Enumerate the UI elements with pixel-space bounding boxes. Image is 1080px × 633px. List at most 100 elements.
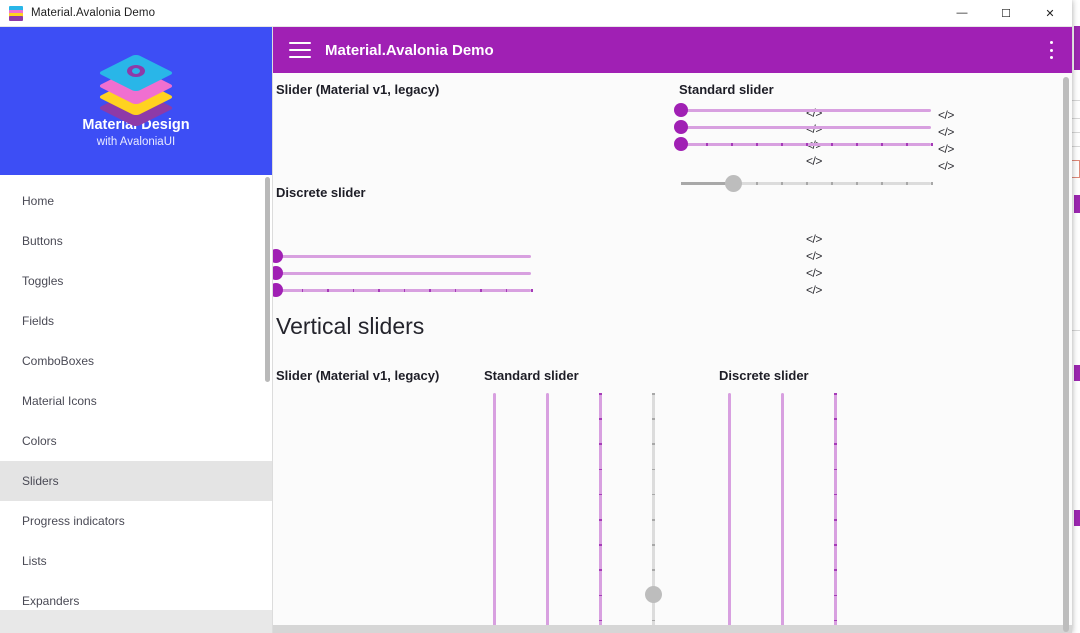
- sidebar-item-label: Lists: [22, 554, 47, 568]
- slider-track: [276, 255, 531, 258]
- sidebar-item-label: Home: [22, 194, 55, 208]
- slider-track: [728, 393, 731, 633]
- code-icon-h-discrete-4[interactable]: </>: [806, 283, 822, 297]
- slider-ticks: [834, 393, 837, 633]
- code-icon-h-standard-slider-4[interactable]: </>: [938, 159, 954, 173]
- bg-accent-4: [1074, 510, 1080, 526]
- minimize-button[interactable]: —: [940, 0, 984, 26]
- sidebar-item-label: Sliders: [22, 474, 59, 488]
- heading-vertical-standard: Standard slider: [484, 368, 579, 383]
- slider-ticks: [681, 182, 933, 185]
- v-discrete-slider-3[interactable]: [828, 393, 842, 633]
- sidebar-item-label: Expanders: [22, 594, 80, 608]
- heading-horizontal-discrete: Discrete slider: [276, 185, 366, 200]
- main-window: Material.Avalonia Demo — ☐ ✕ Material De…: [0, 0, 1072, 633]
- sidebar-item-label: Colors: [22, 434, 57, 448]
- slider-thumb[interactable]: [674, 120, 688, 134]
- slider-thumb[interactable]: [725, 174, 742, 192]
- sidebar-scrollbar[interactable]: [265, 177, 270, 382]
- heading-vertical-discrete: Discrete slider: [719, 368, 809, 383]
- heading-horizontal-standard: Standard slider: [679, 82, 774, 97]
- code-icon-h-standard-slider-2[interactable]: </>: [938, 125, 954, 139]
- code-icon-h-discrete-2[interactable]: </>: [806, 249, 822, 263]
- sidebar-item-label: ComboBoxes: [22, 354, 95, 368]
- code-icon-h-standard-slider-3[interactable]: </>: [938, 142, 954, 156]
- sidebar-item-label: Buttons: [22, 234, 63, 248]
- code-icon-h-discrete-3[interactable]: </>: [806, 266, 822, 280]
- bg-accent-1: [1074, 26, 1080, 70]
- v-discrete-slider-2[interactable]: [775, 393, 789, 633]
- slider-thumb[interactable]: [273, 249, 283, 263]
- logo-lens-inner-icon: [132, 68, 140, 74]
- v-standard-slider-3[interactable]: [593, 393, 607, 633]
- code-icon-h-legacy-slider-4[interactable]: </>: [806, 154, 822, 168]
- h-standard-slider-4[interactable]: [681, 174, 933, 192]
- h-standard-slider-3[interactable]: [674, 137, 933, 151]
- heading-horizontal-legacy: Slider (Material v1, legacy): [276, 82, 440, 97]
- more-vertical-icon[interactable]: [1050, 41, 1054, 59]
- material-design-layers-logo-icon: [97, 41, 175, 128]
- slider-ticks: [681, 143, 933, 146]
- sidebar-item-label: Toggles: [22, 274, 64, 288]
- sidebar-item-sliders[interactable]: Sliders: [0, 461, 272, 501]
- app-icon: [9, 6, 23, 21]
- content-area: Material.Avalonia Demo Slider (Material …: [273, 27, 1072, 633]
- sidebar-item-label: Progress indicators: [22, 514, 125, 528]
- h-standard-slider-1[interactable]: [674, 103, 931, 117]
- window-controls: — ☐ ✕: [940, 0, 1072, 26]
- slider-thumb[interactable]: [273, 266, 283, 280]
- content-scroll-area[interactable]: Slider (Material v1, legacy) Standard sl…: [273, 73, 1072, 633]
- content-bottom-strip: [273, 625, 1072, 633]
- code-icon-h-standard-slider-1[interactable]: </>: [938, 108, 954, 122]
- sidebar-item-label: Material Icons: [22, 394, 97, 408]
- slider-track: [493, 393, 496, 633]
- h-standard-slider-2[interactable]: [674, 120, 931, 134]
- close-button[interactable]: ✕: [1028, 0, 1072, 26]
- sidebar: Material Design with AvaloniaUI Home Butt…: [0, 27, 273, 633]
- bg-accent-3: [1074, 365, 1080, 381]
- sidebar-header: Material Design with AvaloniaUI: [0, 27, 272, 175]
- v-standard-slider-1[interactable]: [487, 393, 501, 633]
- sidebar-item-comboboxes[interactable]: ComboBoxes: [0, 341, 272, 381]
- sidebar-item-progress-indicators[interactable]: Progress indicators: [0, 501, 272, 541]
- sidebar-bottom-fill: [0, 610, 272, 633]
- content-scrollbar[interactable]: [1063, 77, 1069, 632]
- sidebar-item-home[interactable]: Home: [0, 181, 272, 221]
- v-standard-slider-4[interactable]: [644, 393, 662, 633]
- slider-thumb[interactable]: [674, 103, 688, 117]
- sidebar-nav-list: Home Buttons Toggles Fields ComboBoxes Materi…: [0, 175, 272, 621]
- slider-track: [546, 393, 549, 633]
- sidebar-subtitle: with AvaloniaUI: [96, 136, 176, 149]
- v-discrete-slider-1[interactable]: [722, 393, 736, 633]
- app-bar-title: Material.Avalonia Demo: [325, 41, 494, 59]
- h-discrete-slider-1[interactable]: [273, 249, 531, 263]
- sidebar-item-material-icons[interactable]: Material Icons: [0, 381, 272, 421]
- maximize-button[interactable]: ☐: [984, 0, 1028, 26]
- sidebar-item-lists[interactable]: Lists: [0, 541, 272, 581]
- sidebar-item-buttons[interactable]: Buttons: [0, 221, 272, 261]
- heading-vertical-legacy: Slider (Material v1, legacy): [276, 368, 440, 383]
- h-discrete-slider-3[interactable]: [273, 283, 533, 297]
- sidebar-item-fields[interactable]: Fields: [0, 301, 272, 341]
- slider-thumb[interactable]: [644, 586, 662, 604]
- slider-thumb[interactable]: [674, 137, 688, 151]
- slider-track: [781, 393, 784, 633]
- window-title: Material.Avalonia Demo: [31, 7, 156, 19]
- heading-vertical-sliders: Vertical sliders: [276, 313, 425, 339]
- slider-track: [276, 272, 531, 275]
- slider-ticks: [599, 393, 602, 633]
- v-standard-slider-2[interactable]: [540, 393, 554, 633]
- sidebar-item-colors[interactable]: Colors: [0, 421, 272, 461]
- slider-thumb[interactable]: [273, 283, 283, 297]
- sidebar-item-label: Fields: [22, 314, 55, 328]
- app-bar: Material.Avalonia Demo: [273, 27, 1072, 73]
- hamburger-menu-icon[interactable]: [289, 42, 311, 58]
- slider-track: [681, 109, 931, 112]
- h-discrete-slider-2[interactable]: [273, 266, 531, 280]
- sidebar-item-toggles[interactable]: Toggles: [0, 261, 272, 301]
- code-icon-h-discrete-1[interactable]: </>: [806, 232, 822, 246]
- window-titlebar: Material.Avalonia Demo — ☐ ✕: [0, 0, 1072, 27]
- slider-track: [681, 126, 931, 129]
- bg-accent-2: [1074, 195, 1080, 213]
- slider-ticks: [276, 289, 533, 292]
